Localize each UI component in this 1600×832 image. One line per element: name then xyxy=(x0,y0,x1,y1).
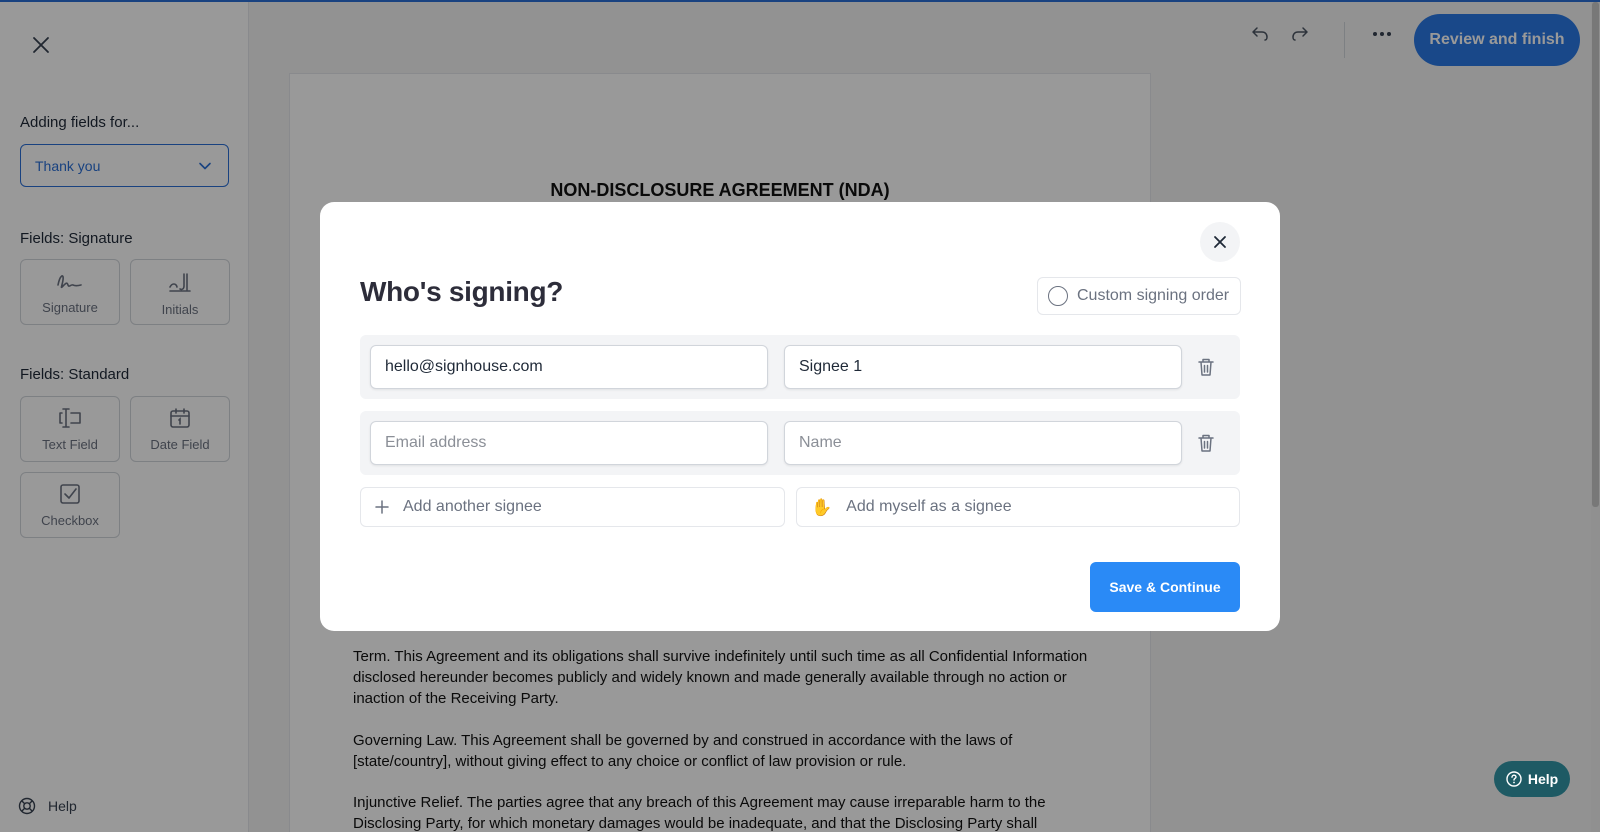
signee-name-input[interactable]: Signee 1 xyxy=(784,345,1182,389)
signees-modal: Who's signing? Custom signing order hell… xyxy=(320,202,1280,631)
close-icon xyxy=(1214,236,1226,248)
add-another-signee-button[interactable]: Add another signee xyxy=(360,487,785,527)
signee-email-input[interactable]: Email address xyxy=(370,421,768,465)
signee-email-input[interactable]: hello@signhouse.com xyxy=(370,345,768,389)
signee-row: Email address Name xyxy=(360,411,1240,475)
question-circle-icon xyxy=(1506,771,1522,787)
help-widget-label: Help xyxy=(1527,771,1559,787)
modal-close-button[interactable] xyxy=(1200,222,1240,262)
delete-signee-button[interactable] xyxy=(1196,433,1216,453)
save-and-continue-button[interactable]: Save & Continue xyxy=(1090,562,1240,612)
add-myself-button[interactable]: ✋ Add myself as a signee xyxy=(796,487,1240,527)
add-another-signee-label: Add another signee xyxy=(403,498,542,515)
signee-row: hello@signhouse.com Signee 1 xyxy=(360,335,1240,399)
modal-title: Who's signing? xyxy=(360,276,564,307)
radio-icon[interactable] xyxy=(1048,286,1068,306)
add-myself-label: Add myself as a signee xyxy=(846,498,1012,515)
delete-signee-button[interactable] xyxy=(1196,357,1216,377)
plus-icon xyxy=(375,500,389,514)
trash-icon xyxy=(1198,434,1214,452)
signee-name-input[interactable]: Name xyxy=(784,421,1182,465)
waving-hand-icon: ✋ xyxy=(811,497,833,517)
trash-icon xyxy=(1198,358,1214,376)
help-widget-button[interactable]: Help xyxy=(1494,761,1570,797)
custom-signing-order-label: Custom signing order xyxy=(1077,287,1230,304)
custom-signing-order-toggle[interactable]: Custom signing order xyxy=(1037,277,1241,315)
